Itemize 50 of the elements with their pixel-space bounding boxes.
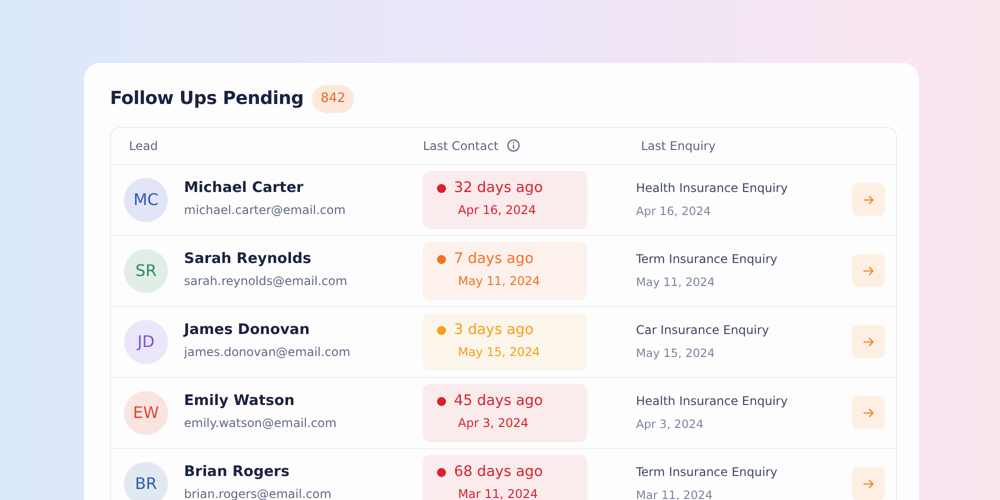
enquiry-date: May 15, 2024 (636, 344, 716, 362)
last-contact-date: May 11, 2024 (457, 272, 542, 290)
enquiry-date: Mar 11, 2024 (636, 486, 714, 500)
lead-email: sarah.reynolds@email.com (184, 273, 348, 290)
arrow-right-icon (862, 478, 874, 488)
last-contact-ago: 68 days ago (454, 464, 543, 481)
lead-email: emily.watson@email.com (184, 415, 337, 432)
avatar-initials: EW (124, 390, 168, 434)
avatar-initials: SR (124, 248, 168, 292)
open-lead-button[interactable] (852, 183, 885, 216)
enquiry-date: May 11, 2024 (636, 274, 716, 291)
lead-name: James Donovan (184, 322, 311, 340)
last-contact-ago: 32 days ago (454, 180, 543, 197)
lead-name: Michael Carter (184, 180, 304, 198)
panel-title: Follow Ups Pending (110, 87, 304, 112)
last-contact-ago: 7 days ago (454, 250, 534, 268)
last-contact-date: Mar 11, 2024 (457, 486, 539, 500)
last-contact-date: Apr 16, 2024 (457, 202, 538, 219)
arrow-right-icon (862, 336, 874, 346)
arrow-right-icon (862, 194, 874, 204)
avatar-initials: BR (124, 462, 168, 500)
column-header: Lead (128, 138, 159, 154)
open-lead-button[interactable] (852, 396, 885, 429)
last-contact-date: Apr 3, 2024 (457, 414, 530, 432)
last-contact-ago: 3 days ago (454, 322, 534, 339)
open-lead-button[interactable] (852, 254, 885, 287)
open-lead-button[interactable] (852, 467, 885, 500)
avatar-initials: MC (124, 178, 168, 222)
enquiry-title: Health Insurance Enquiry (636, 392, 789, 410)
count-badge: 842 (312, 85, 354, 112)
avatar-initials: JD (124, 320, 168, 364)
arrow-right-icon (862, 266, 874, 276)
enquiry-title: Term Insurance Enquiry (636, 250, 778, 268)
lead-email: james.donovan@email.com (184, 344, 350, 362)
enquiry-title: Health Insurance Enquiry (636, 180, 789, 197)
open-lead-button[interactable] (852, 325, 885, 358)
lead-name: Sarah Reynolds (184, 250, 312, 268)
enquiry-date: Apr 3, 2024 (636, 416, 704, 433)
lead-name: Emily Watson (184, 392, 296, 410)
lead-name: Brian Rogers (184, 464, 290, 482)
arrow-right-icon (862, 408, 874, 418)
last-contact-ago: 45 days ago (454, 392, 543, 410)
lead-email: michael.carter@email.com (184, 202, 346, 220)
enquiry-title: Term Insurance Enquiry (636, 464, 778, 481)
last-contact-date: May 15, 2024 (457, 344, 542, 361)
enquiry-title: Car Insurance Enquiry (636, 322, 770, 339)
column-header: Last Enquiry (640, 138, 717, 154)
column-header: Last Contact (423, 138, 498, 154)
info-icon[interactable] (506, 139, 520, 152)
enquiry-date: Apr 16, 2024 (636, 202, 712, 220)
